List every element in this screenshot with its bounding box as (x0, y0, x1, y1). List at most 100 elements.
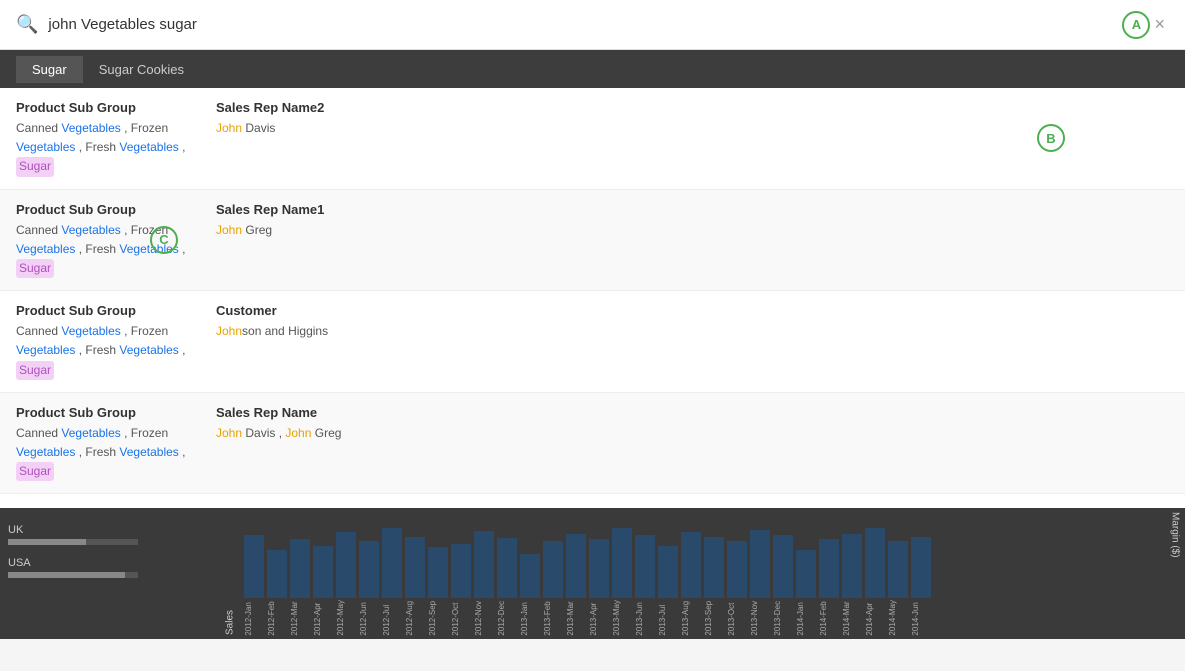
x-axis-label: 2012-May (336, 600, 356, 636)
field-value: John Davis (216, 119, 1169, 138)
field-label: Sales Rep Name1 (216, 202, 1169, 217)
chart-bar (750, 530, 770, 598)
tab-sugar-cookies[interactable]: Sugar Cookies (83, 56, 200, 83)
results-area: Product Sub Group Canned Vegetables , Fr… (0, 88, 1185, 508)
result-right-col: Sales Rep Name John Davis , John Greg (216, 405, 1169, 482)
sugar-highlight: Sugar (16, 157, 54, 176)
chart-bar (313, 546, 333, 599)
chart-bar (543, 541, 563, 598)
tab-sugar[interactable]: Sugar (16, 56, 83, 83)
chart-bar (474, 531, 494, 598)
veg-highlight: Vegetables (61, 121, 120, 135)
chart-bar (842, 534, 862, 598)
chart-y-label: Sales (220, 508, 240, 639)
x-axis-label: 2013-Dec (773, 600, 793, 636)
sugar-highlight: Sugar (16, 361, 54, 380)
x-axis-label: 2013-Sep (704, 600, 724, 636)
chart-bar (405, 537, 425, 598)
field-label: Sales Rep Name2 (216, 100, 1169, 115)
chart-bar (658, 546, 678, 599)
result-left-col: Product Sub Group Canned Vegetables , Fr… (16, 405, 216, 482)
bars-container (240, 508, 1165, 598)
x-axis-label: 2013-Mar (566, 600, 586, 636)
country-usa: USA (8, 557, 212, 578)
john-highlight: John (216, 223, 242, 237)
x-axis-label: 2014-May (888, 600, 908, 636)
country-bar-usa (8, 572, 138, 578)
close-button[interactable]: × (1150, 10, 1169, 39)
x-axis-label: 2014-Feb (819, 600, 839, 636)
x-axis-label: 2012-Jul (382, 600, 402, 636)
chart-bar (382, 528, 402, 598)
x-axis-label: 2013-Apr (589, 600, 609, 636)
result-row: Product Sub Group Canned Vegetables , Fr… (0, 494, 1185, 508)
result-left-col: Product Sub Group Canned Vegetables , Fr… (16, 303, 216, 380)
x-axis-labels: 2012-Jan2012-Feb2012-Mar2012-Apr2012-May… (240, 598, 1165, 638)
chart-bar (566, 534, 586, 598)
result-row: Product Sub Group Canned Vegetables , Fr… (0, 88, 1185, 190)
chart-bar (290, 539, 310, 599)
field-label: Product Sub Group (16, 303, 200, 318)
country-uk: UK (8, 524, 212, 545)
veg-highlight: Vegetables (61, 324, 120, 338)
x-axis-label: 2012-Mar (290, 600, 310, 636)
tab-bar: Sugar Sugar Cookies (0, 50, 1185, 88)
chart-right-label: Margin ($) (1165, 508, 1185, 639)
x-axis-label: 2012-Feb (267, 600, 287, 636)
john-highlight: John (216, 121, 242, 135)
country-label-usa: USA (8, 557, 212, 569)
badge-a: A (1122, 11, 1150, 39)
field-value: Canned Vegetables , Frozen Vegetables , … (16, 322, 200, 380)
badge-b: B (1037, 124, 1065, 152)
chart-left-panel: UK USA (0, 508, 220, 639)
chart-bar (336, 532, 356, 598)
john-highlight: John (285, 426, 311, 440)
result-left-col: Product Sub Group Canned Vegetables , Fr… (16, 100, 216, 177)
x-axis-label: 2014-Mar (842, 600, 862, 636)
john-highlight: John (216, 324, 242, 338)
chart-bar (520, 554, 540, 598)
chart-bar (589, 539, 609, 599)
search-icon: 🔍 (16, 14, 38, 35)
chart-bar (865, 528, 885, 598)
chart-bar (704, 537, 724, 598)
x-axis-label: 2012-Dec (497, 600, 517, 636)
chart-bar (635, 535, 655, 598)
veg-highlight: Vegetables (16, 140, 75, 154)
chart-bar (888, 541, 908, 598)
field-value: John Greg (216, 221, 1169, 240)
x-axis-label: 2014-Jun (911, 600, 931, 636)
result-row: Product Sub Group Canned Vegetables , Fr… (0, 190, 1185, 292)
x-axis-label: 2014-Jan (796, 600, 816, 636)
chart-bar (359, 541, 379, 598)
x-axis-label: 2012-Aug (405, 600, 425, 636)
result-row: Product Sub Group Canned Vegetables , Fr… (0, 291, 1185, 393)
x-axis-label: 2012-Jun (359, 600, 379, 636)
chart-bar (819, 539, 839, 599)
chart-bar (911, 537, 931, 598)
x-axis-label: 2013-Jan (520, 600, 540, 636)
x-axis-label: 2013-Oct (727, 600, 747, 636)
x-axis-label: 2013-Feb (543, 600, 563, 636)
chart-bar (244, 535, 264, 598)
search-input[interactable] (48, 16, 1112, 33)
field-label: Product Sub Group (16, 202, 200, 217)
john-highlight: John (216, 426, 242, 440)
result-right-col: Customer Johnson and Higgins (216, 303, 1169, 380)
field-value: John Davis , John Greg (216, 424, 1169, 443)
x-axis-label: 2013-Nov (750, 600, 770, 636)
chart-bar (773, 535, 793, 598)
x-axis-label: 2013-Jul (658, 600, 678, 636)
field-label: Product Sub Group (16, 405, 200, 420)
chart-bar (681, 532, 701, 598)
result-left-col: Product Sub Group Canned Vegetables , Fr… (16, 202, 216, 279)
field-label: Product Sub Group (16, 100, 200, 115)
sugar-highlight: Sugar (16, 462, 54, 481)
x-axis-label: 2012-Nov (474, 600, 494, 636)
x-axis-label: 2014-Apr (865, 600, 885, 636)
veg-highlight: Vegetables (119, 343, 178, 357)
chart-bar (451, 544, 471, 598)
field-label: Sales Rep Name (216, 405, 1169, 420)
x-axis-label: 2013-May (612, 600, 632, 636)
country-bar-fill-uk (8, 539, 86, 545)
